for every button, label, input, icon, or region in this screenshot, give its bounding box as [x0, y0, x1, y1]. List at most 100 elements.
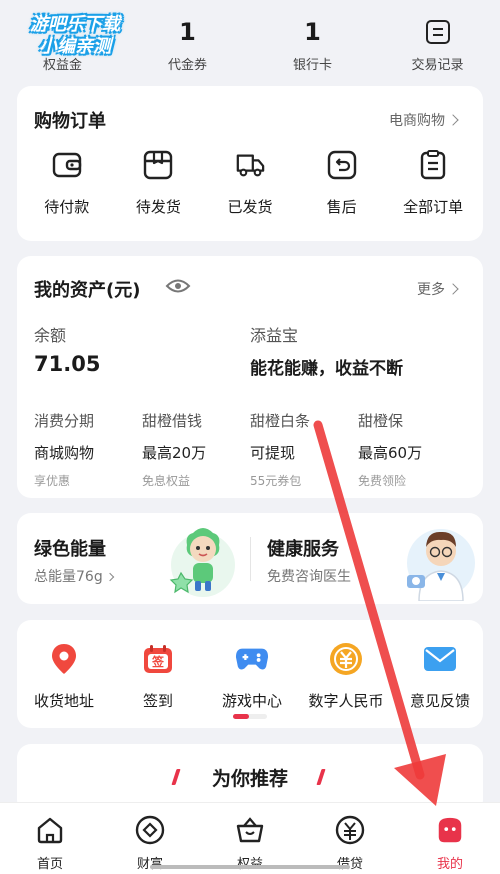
health-service-title: 健康服务 — [267, 539, 339, 560]
document-icon — [425, 20, 450, 44]
tool-digital-rmb[interactable]: 数字人民币 — [299, 642, 393, 711]
order-item-label: 售后 — [326, 198, 357, 216]
mascot-illustration — [163, 521, 241, 603]
stat-rights-gold[interactable]: 权益金 — [0, 0, 125, 78]
yuan-coin-icon — [329, 642, 363, 676]
stat-label: 银行卡 — [292, 58, 332, 73]
tools-scroll-indicator — [233, 714, 267, 719]
stat-bank-cards[interactable]: 1 银行卡 — [250, 0, 375, 78]
stat-value: 1 — [179, 18, 196, 46]
product-title: 甜橙白条 — [250, 412, 311, 430]
mail-icon — [423, 642, 457, 676]
product-credit[interactable]: 甜橙白条 可提现 55元券包 — [250, 410, 358, 489]
nav-label: 权益 — [237, 853, 263, 872]
tool-label: 签到 — [142, 692, 173, 710]
order-item-label: 全部订单 — [403, 198, 464, 216]
assets-title: 我的资产(元) — [34, 280, 141, 301]
home-icon — [35, 815, 65, 845]
order-pending-shipment[interactable]: 待发货 — [116, 150, 200, 217]
balance-value[interactable]: 71.05 — [34, 352, 100, 376]
top-stats: 权益金 1 代金券 1 银行卡 交易记录 — [0, 0, 500, 78]
tool-feedback[interactable]: 意见反馈 — [393, 642, 483, 711]
calendar-sign-icon: 签 — [141, 642, 175, 676]
product-main: 商城购物 — [34, 444, 95, 462]
tools-card: 收货地址 签 签到 游戏中心 数字人民币 意见反馈 — [17, 620, 483, 728]
diamond-icon — [135, 815, 165, 845]
profile-icon — [435, 815, 465, 845]
orders-card: 购物订单 电商购物 待付款 待发货 已发货 售后 全部订单 — [17, 86, 483, 241]
ecommerce-link-label: 电商购物 — [389, 113, 445, 129]
nav-label: 借贷 — [336, 857, 363, 872]
yuan-icon — [335, 815, 365, 845]
return-icon — [327, 150, 357, 180]
tyb-slogan[interactable]: 能花能赚，收益不断 — [250, 354, 403, 379]
tool-label: 收货地址 — [33, 692, 94, 710]
tool-signin[interactable]: 签 签到 — [111, 642, 205, 711]
nav-label: 我的 — [436, 857, 463, 872]
box-icon — [143, 150, 173, 180]
doctor-illustration — [401, 517, 481, 605]
assets-more-label: 更多 — [417, 282, 445, 298]
product-sub: 55元券包 — [250, 474, 302, 488]
list-icon — [418, 150, 448, 180]
product-loan[interactable]: 甜橙借钱 最高20万 免息权益 — [142, 410, 250, 489]
tool-label: 数字人民币 — [308, 692, 384, 710]
nav-label: 首页 — [36, 857, 63, 872]
balance-label: 余额 — [34, 326, 67, 345]
nav-loan[interactable]: 借贷 — [300, 803, 400, 874]
product-sub: 免息权益 — [142, 474, 191, 488]
orders-title: 购物订单 — [34, 111, 106, 132]
scroll-thumb — [233, 714, 249, 719]
order-item-label: 待发货 — [135, 198, 181, 216]
nav-wealth[interactable]: 财富 — [100, 803, 200, 874]
product-main: 最高60万 — [358, 444, 423, 462]
nav-home[interactable]: 首页 — [0, 803, 100, 874]
order-all[interactable]: 全部订单 — [391, 150, 475, 217]
order-item-label: 已发货 — [227, 198, 273, 216]
chevron-right-icon — [105, 572, 114, 582]
nav-rights[interactable]: 权益 — [200, 803, 300, 874]
order-status-row: 待付款 待发货 已发货 售后 全部订单 — [17, 150, 483, 217]
green-energy-sub: 总能量76g — [34, 566, 114, 586]
tool-label: 意见反馈 — [409, 692, 470, 710]
basket-icon — [235, 815, 265, 845]
green-energy-title: 绿色能量 — [34, 539, 106, 560]
services-card: 绿色能量 总能量76g 健康服务 免费咨询医生 — [17, 513, 483, 604]
chevron-right-icon — [447, 114, 459, 126]
svg-text:签: 签 — [151, 654, 165, 669]
tools-row: 收货地址 签 签到 游戏中心 数字人民币 意见反馈 — [17, 642, 483, 711]
services-divider — [250, 537, 251, 581]
product-title: 甜橙借钱 — [142, 412, 203, 430]
stat-label: 代金券 — [167, 58, 207, 73]
stat-value: 1 — [304, 18, 321, 46]
stat-label: 交易记录 — [411, 58, 464, 73]
product-insurance[interactable]: 甜橙保 最高60万 免费领险 — [358, 410, 466, 489]
green-energy-amount: 总能量76g — [34, 569, 103, 585]
order-shipped[interactable]: 已发货 — [208, 150, 292, 217]
chevron-right-icon — [447, 283, 459, 295]
nav-label: 财富 — [137, 853, 163, 872]
order-after-sales[interactable]: 售后 — [300, 150, 384, 217]
location-icon — [47, 642, 81, 676]
stat-vouchers[interactable]: 1 代金券 — [125, 0, 250, 78]
tool-address[interactable]: 收货地址 — [17, 642, 111, 711]
truck-icon — [235, 150, 265, 180]
product-main: 可提现 — [250, 444, 296, 462]
bottom-nav: 首页 财富 权益 借贷 我的 — [0, 802, 500, 874]
order-item-label: 待付款 — [44, 198, 90, 216]
eye-icon[interactable] — [165, 278, 191, 298]
stat-transactions[interactable]: 交易记录 — [375, 0, 500, 78]
tyb-label: 添益宝 — [250, 326, 299, 345]
tool-game-center[interactable]: 游戏中心 — [205, 642, 299, 711]
gamepad-icon — [235, 642, 269, 676]
stat-label: 权益金 — [42, 58, 82, 73]
home-indicator — [150, 865, 350, 869]
product-installment[interactable]: 消费分期 商城购物 享优惠 — [34, 410, 142, 489]
order-pending-payment[interactable]: 待付款 — [25, 150, 109, 217]
nav-mine[interactable]: 我的 — [400, 803, 500, 874]
ecommerce-link[interactable]: 电商购物 — [389, 110, 459, 130]
health-service-sub: 免费咨询医生 — [267, 569, 351, 585]
assets-card: 我的资产(元) 更多 余额 71.05 添益宝 能花能赚，收益不断 消费分期 商… — [17, 256, 483, 498]
product-title: 甜橙保 — [358, 412, 404, 430]
assets-more-link[interactable]: 更多 — [417, 279, 459, 299]
